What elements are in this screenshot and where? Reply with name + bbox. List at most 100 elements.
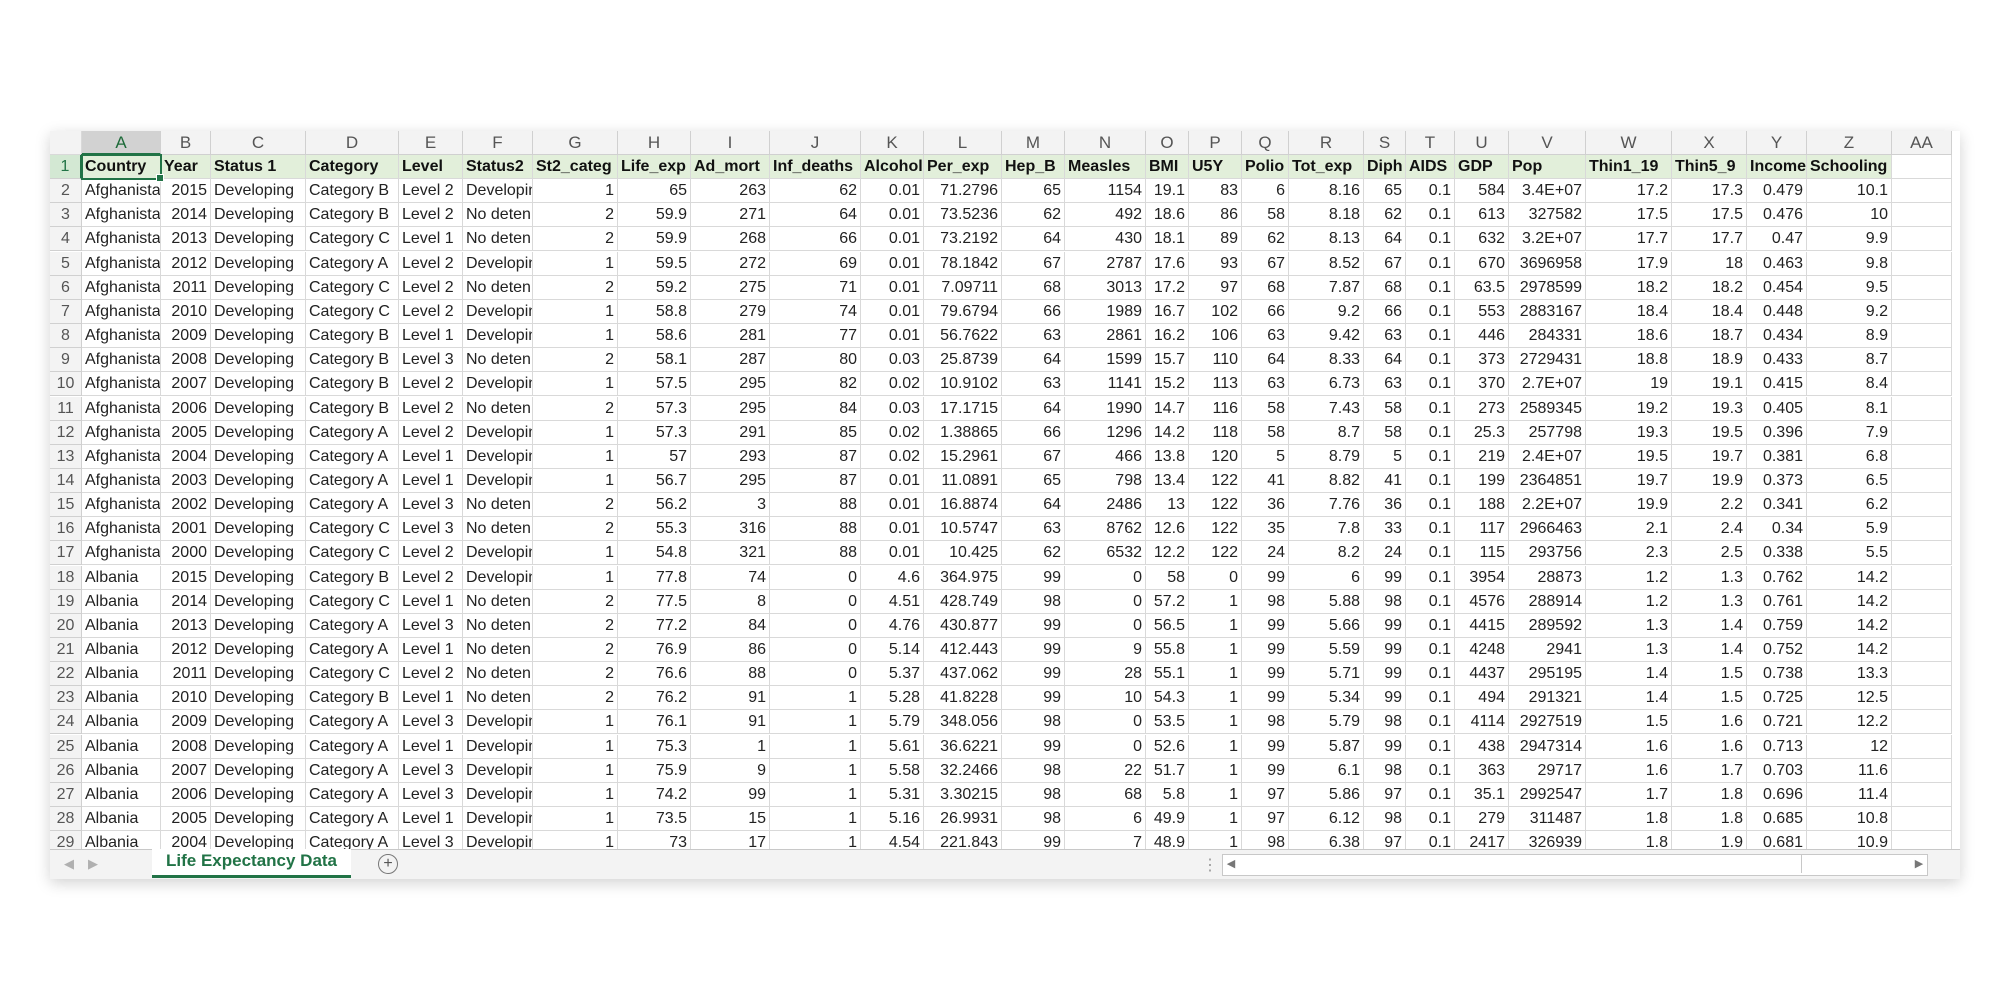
data-cell[interactable]: 19.5	[1672, 421, 1747, 445]
data-cell[interactable]: 2	[533, 348, 618, 372]
data-cell[interactable]: 24	[1242, 541, 1289, 565]
data-cell[interactable]: 62	[1002, 203, 1065, 227]
row-header-25[interactable]: 25	[50, 735, 82, 759]
data-cell[interactable]: 2010	[161, 300, 211, 324]
data-cell[interactable]: 57	[618, 445, 691, 469]
data-cell[interactable]: 5	[1242, 445, 1289, 469]
data-cell[interactable]: 1989	[1065, 300, 1146, 324]
select-all-corner[interactable]	[50, 131, 82, 155]
data-cell[interactable]: 2006	[161, 783, 211, 807]
data-cell[interactable]: 63	[1242, 324, 1289, 348]
column-title-cell[interactable]: Ad_mort	[691, 155, 770, 179]
data-cell[interactable]: 66	[1242, 300, 1289, 324]
data-cell[interactable]: 87	[770, 445, 861, 469]
data-cell[interactable]: 10.9102	[924, 372, 1002, 396]
column-header-i[interactable]: I	[691, 131, 770, 155]
data-cell[interactable]: Developing	[463, 566, 533, 590]
column-title-cell[interactable]: Thin1_19	[1586, 155, 1672, 179]
data-cell[interactable]: Afghanistan	[82, 252, 161, 276]
sheet-tab-life-expectancy-data[interactable]: Life Expectancy Data	[152, 849, 352, 878]
data-cell[interactable]: 1	[533, 372, 618, 396]
data-cell[interactable]: 1	[1189, 759, 1242, 783]
data-cell[interactable]: 2883167	[1509, 300, 1586, 324]
data-cell[interactable]: 9.2	[1807, 300, 1892, 324]
column-title-cell[interactable]: AIDS	[1406, 155, 1455, 179]
data-cell[interactable]: 1.4	[1586, 662, 1672, 686]
column-header-v[interactable]: V	[1509, 131, 1586, 155]
data-cell[interactable]: 9.5	[1807, 276, 1892, 300]
data-cell[interactable]: 8.82	[1289, 469, 1364, 493]
data-cell[interactable]: 1	[533, 710, 618, 734]
column-header-e[interactable]: E	[399, 131, 463, 155]
data-cell[interactable]: 0.1	[1406, 324, 1455, 348]
data-cell[interactable]: Developing	[463, 179, 533, 203]
data-cell[interactable]: 99	[1242, 686, 1289, 710]
data-cell[interactable]: 58	[1146, 566, 1189, 590]
data-cell[interactable]: 17.2	[1146, 276, 1189, 300]
data-cell[interactable]: 65	[1002, 179, 1065, 203]
column-header-q[interactable]: Q	[1242, 131, 1289, 155]
data-cell[interactable]: 2861	[1065, 324, 1146, 348]
data-cell[interactable]: 311487	[1509, 807, 1586, 831]
data-cell[interactable]: Developing	[211, 662, 306, 686]
data-cell[interactable]: 2004	[161, 831, 211, 849]
data-cell[interactable]: 17.7	[1586, 227, 1672, 251]
data-cell[interactable]: 56.7622	[924, 324, 1002, 348]
data-cell[interactable]: 1	[533, 179, 618, 203]
data-cell[interactable]: 316	[691, 517, 770, 541]
data-cell[interactable]: 1.4	[1672, 614, 1747, 638]
data-cell[interactable]: Albania	[82, 590, 161, 614]
data-cell[interactable]: 8.16	[1289, 179, 1364, 203]
data-cell[interactable]: 4.54	[861, 831, 924, 849]
empty-cell[interactable]	[1892, 397, 1952, 421]
data-cell[interactable]: 5.31	[861, 783, 924, 807]
data-cell[interactable]: 2486	[1065, 493, 1146, 517]
data-cell[interactable]: 2	[533, 493, 618, 517]
data-cell[interactable]: 0.454	[1747, 276, 1807, 300]
data-cell[interactable]: 64	[1002, 397, 1065, 421]
column-title-cell[interactable]: U5Y	[1189, 155, 1242, 179]
row-header-13[interactable]: 13	[50, 445, 82, 469]
data-cell[interactable]: 14.2	[1807, 614, 1892, 638]
data-cell[interactable]: 5.79	[1289, 710, 1364, 734]
data-cell[interactable]: 0.47	[1747, 227, 1807, 251]
data-cell[interactable]: 0.1	[1406, 686, 1455, 710]
row-header-28[interactable]: 28	[50, 807, 82, 831]
data-cell[interactable]: 58	[1242, 397, 1289, 421]
data-cell[interactable]: 118	[1189, 421, 1242, 445]
data-cell[interactable]: 2966463	[1509, 517, 1586, 541]
data-cell[interactable]: 5.88	[1289, 590, 1364, 614]
empty-cell[interactable]	[1892, 710, 1952, 734]
data-cell[interactable]: Developing	[463, 324, 533, 348]
scroll-tabs-left-icon[interactable]: ◀	[64, 856, 74, 872]
data-cell[interactable]: 17.5	[1586, 203, 1672, 227]
data-cell[interactable]: 99	[1364, 614, 1406, 638]
data-cell[interactable]: 76.1	[618, 710, 691, 734]
data-cell[interactable]: 0.1	[1406, 300, 1455, 324]
data-cell[interactable]: Category C	[306, 541, 399, 565]
data-cell[interactable]: 0.415	[1747, 372, 1807, 396]
data-cell[interactable]: 632	[1455, 227, 1509, 251]
data-cell[interactable]: Category B	[306, 566, 399, 590]
data-cell[interactable]: Albania	[82, 710, 161, 734]
empty-cell[interactable]	[1892, 759, 1952, 783]
data-cell[interactable]: 3696958	[1509, 252, 1586, 276]
data-cell[interactable]: 288914	[1509, 590, 1586, 614]
data-cell[interactable]: 1.38865	[924, 421, 1002, 445]
data-cell[interactable]: 41.8228	[924, 686, 1002, 710]
data-cell[interactable]: 0.373	[1747, 469, 1807, 493]
data-cell[interactable]: Afghanistan	[82, 179, 161, 203]
data-cell[interactable]: 58.8	[618, 300, 691, 324]
empty-cell[interactable]	[1892, 252, 1952, 276]
empty-cell[interactable]	[1892, 807, 1952, 831]
data-cell[interactable]: Developing	[211, 227, 306, 251]
data-cell[interactable]: 281	[691, 324, 770, 348]
data-cell[interactable]: 9	[1065, 638, 1146, 662]
data-cell[interactable]: 0.02	[861, 372, 924, 396]
horizontal-scrollbar[interactable]: ◀ ▶	[1222, 854, 1928, 876]
data-cell[interactable]: Level 2	[399, 566, 463, 590]
data-cell[interactable]: 0.1	[1406, 227, 1455, 251]
data-cell[interactable]: 1	[1189, 807, 1242, 831]
data-cell[interactable]: 99	[1002, 566, 1065, 590]
data-cell[interactable]: No deten	[463, 662, 533, 686]
